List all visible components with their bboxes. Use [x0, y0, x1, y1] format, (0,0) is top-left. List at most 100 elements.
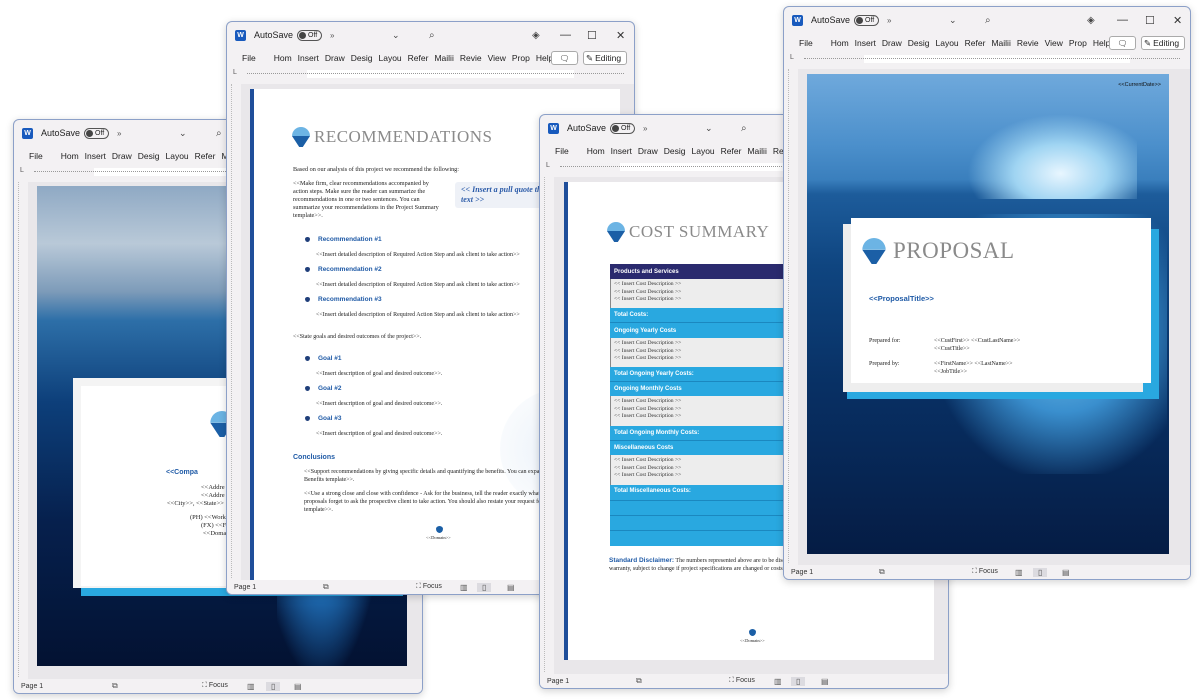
tab-review[interactable]: Revie: [457, 53, 485, 63]
print-layout-icon[interactable]: ▯: [1033, 567, 1048, 577]
designer-icon[interactable]: ◈: [1087, 15, 1095, 26]
editing-mode-button[interactable]: ✎ Editing: [583, 51, 627, 65]
tab-design[interactable]: Desig: [905, 38, 933, 48]
web-layout-icon[interactable]: ▤: [1062, 568, 1070, 577]
tab-review[interactable]: Revie: [1014, 38, 1042, 48]
document-canvas[interactable]: <<CurrentDate>> PROPOSAL <<ProposalTitle…: [798, 69, 1190, 565]
focus-button[interactable]: ⛶ Focus: [729, 677, 755, 685]
tab-properties[interactable]: Prop: [1066, 38, 1090, 48]
tab-draw[interactable]: Draw: [322, 53, 348, 63]
vertical-ruler[interactable]: [18, 182, 26, 677]
tab-draw[interactable]: Draw: [879, 38, 905, 48]
page-number[interactable]: Page 1: [21, 683, 43, 690]
focus-button[interactable]: ⛶ Focus: [202, 682, 228, 690]
tab-file[interactable]: File: [26, 151, 46, 161]
more-commands-icon[interactable]: »: [887, 16, 891, 25]
tab-references[interactable]: Refer: [405, 53, 432, 63]
horizontal-ruler[interactable]: L: [784, 53, 1190, 65]
tab-layout[interactable]: Layou: [163, 151, 192, 161]
autosave-toggle[interactable]: Off: [297, 29, 323, 41]
chevron-down-icon[interactable]: ⌄: [949, 15, 957, 26]
tab-mailings[interactable]: Mailii: [431, 53, 456, 63]
more-commands-icon[interactable]: »: [643, 124, 647, 133]
accessibility-icon[interactable]: ⧉: [879, 567, 885, 577]
tab-insert[interactable]: Insert: [852, 38, 879, 48]
tab-file[interactable]: File: [552, 146, 572, 156]
vertical-ruler[interactable]: [544, 177, 552, 672]
proposal-cover-page[interactable]: <<CurrentDate>> PROPOSAL <<ProposalTitle…: [807, 74, 1169, 554]
read-mode-icon[interactable]: ▥: [1015, 568, 1023, 577]
page-number[interactable]: Page 1: [547, 678, 569, 685]
search-icon[interactable]: ⌕: [429, 30, 435, 41]
tab-selector[interactable]: L: [790, 54, 794, 61]
tab-insert[interactable]: Insert: [82, 151, 109, 161]
tab-insert[interactable]: Insert: [295, 53, 322, 63]
vertical-ruler[interactable]: [788, 69, 796, 563]
tab-draw[interactable]: Draw: [109, 151, 135, 161]
page-number[interactable]: Page 1: [791, 569, 813, 576]
designer-icon[interactable]: ◈: [532, 30, 540, 41]
maximize-button[interactable]: ☐: [587, 29, 597, 42]
horizontal-ruler[interactable]: L: [227, 68, 634, 80]
comments-button[interactable]: 🗨: [551, 51, 578, 65]
tab-file[interactable]: File: [239, 53, 259, 63]
print-layout-icon[interactable]: ▯: [791, 676, 806, 686]
more-commands-icon[interactable]: »: [330, 31, 334, 40]
accessibility-icon[interactable]: ⧉: [323, 582, 329, 592]
search-icon[interactable]: ⌕: [216, 128, 222, 139]
read-mode-icon[interactable]: ▥: [247, 682, 255, 691]
tab-references[interactable]: Refer: [962, 38, 989, 48]
accessibility-icon[interactable]: ⧉: [636, 676, 642, 686]
read-mode-icon[interactable]: ▥: [774, 677, 782, 686]
focus-button[interactable]: ⛶ Focus: [416, 583, 442, 591]
editing-mode-button[interactable]: ✎ Editing: [1141, 36, 1185, 50]
more-commands-icon[interactable]: »: [117, 129, 121, 138]
chevron-down-icon[interactable]: ⌄: [179, 128, 187, 139]
tab-home[interactable]: Hom: [584, 146, 608, 156]
minimize-button[interactable]: —: [1117, 14, 1128, 26]
tab-selector[interactable]: L: [233, 69, 237, 76]
autosave-toggle[interactable]: Off: [854, 14, 880, 26]
tab-properties[interactable]: Prop: [509, 53, 533, 63]
tab-home[interactable]: Hom: [58, 151, 82, 161]
tab-layout[interactable]: Layou: [376, 53, 405, 63]
page-number[interactable]: Page 1: [234, 584, 256, 591]
autosave-toggle[interactable]: Off: [84, 127, 110, 139]
tab-layout[interactable]: Layou: [689, 146, 718, 156]
tab-view[interactable]: View: [485, 53, 509, 63]
tab-view[interactable]: View: [1042, 38, 1066, 48]
print-layout-icon[interactable]: ▯: [266, 681, 281, 691]
web-layout-icon[interactable]: ▤: [821, 677, 829, 686]
tab-design[interactable]: Desig: [135, 151, 163, 161]
maximize-button[interactable]: ☐: [1145, 14, 1155, 27]
focus-button[interactable]: ⛶ Focus: [972, 568, 998, 576]
close-button[interactable]: ✕: [616, 29, 625, 42]
tab-home[interactable]: Hom: [271, 53, 295, 63]
tab-insert[interactable]: Insert: [608, 146, 635, 156]
comments-button[interactable]: 🗨: [1109, 36, 1136, 50]
print-layout-icon[interactable]: ▯: [477, 582, 492, 592]
tab-selector[interactable]: L: [20, 167, 24, 174]
tab-selector[interactable]: L: [546, 162, 550, 169]
autosave-toggle[interactable]: Off: [610, 122, 636, 134]
close-button[interactable]: ✕: [1173, 14, 1182, 27]
read-mode-icon[interactable]: ▥: [460, 583, 468, 592]
tab-references[interactable]: Refer: [192, 151, 219, 161]
tab-draw[interactable]: Draw: [635, 146, 661, 156]
tab-mailings[interactable]: Mailii: [988, 38, 1013, 48]
chevron-down-icon[interactable]: ⌄: [392, 30, 400, 41]
search-icon[interactable]: ⌕: [985, 15, 991, 26]
web-layout-icon[interactable]: ▤: [294, 682, 302, 691]
tab-references[interactable]: Refer: [718, 146, 745, 156]
web-layout-icon[interactable]: ▤: [507, 583, 515, 592]
chevron-down-icon[interactable]: ⌄: [705, 123, 713, 134]
search-icon[interactable]: ⌕: [741, 123, 747, 134]
tab-design[interactable]: Desig: [348, 53, 376, 63]
tab-file[interactable]: File: [796, 38, 816, 48]
minimize-button[interactable]: —: [560, 29, 571, 41]
vertical-ruler[interactable]: [231, 84, 239, 578]
tab-mailings[interactable]: Mailii: [744, 146, 769, 156]
word-window-proposal[interactable]: W AutoSave Off » ⌄ ⌕ ◈ — ☐ ✕ File Hom In…: [783, 6, 1191, 580]
tab-home[interactable]: Hom: [828, 38, 852, 48]
tab-design[interactable]: Desig: [661, 146, 689, 156]
